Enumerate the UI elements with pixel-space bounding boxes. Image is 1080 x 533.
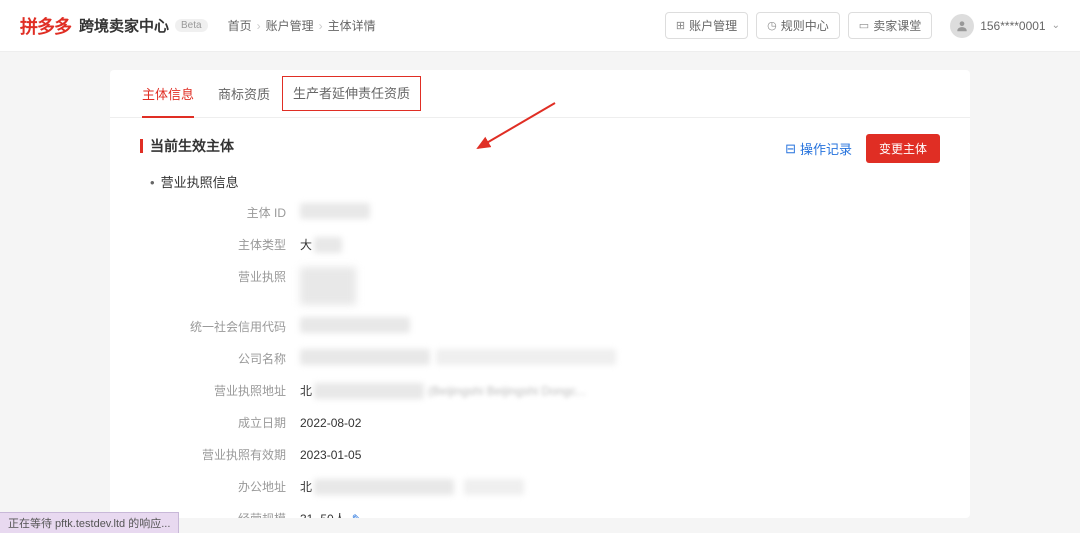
field-entity-type: 主体类型 大: [150, 235, 940, 255]
tab-trademark[interactable]: 商标资质: [206, 70, 282, 117]
browser-status-bar: 正在等待 pftk.testdev.ltd 的响应...: [0, 512, 179, 533]
field-credit-code: 统一社会信用代码: [150, 317, 940, 337]
card-body[interactable]: 当前生效主体 ⊟ 操作记录 变更主体 营业执照信息 主体 ID 主体类型 大: [110, 118, 970, 518]
tabs: 主体信息 商标资质 生产者延伸责任资质: [110, 70, 970, 118]
field-expiry: 营业执照有效期 2023-01-05: [150, 445, 940, 465]
grid-icon: ⊞: [676, 19, 685, 32]
breadcrumb-item[interactable]: 首页: [228, 17, 252, 34]
top-header: 拼多多 跨境卖家中心 Beta 首页 › 账户管理 › 主体详情 ⊞ 账户管理 …: [0, 0, 1080, 52]
field-establish-date: 成立日期 2022-08-02: [150, 413, 940, 433]
edit-icon[interactable]: ✎: [352, 509, 362, 518]
field-license-addr: 营业执照地址 北(Beijingshi Beijingshi Dongc...: [150, 381, 940, 401]
avatar-icon: [950, 14, 974, 38]
field-company-name: 公司名称: [150, 349, 940, 369]
rules-center-button[interactable]: ◷ 规则中心: [756, 12, 840, 39]
user-menu[interactable]: 156****0001 ⌄: [950, 14, 1060, 38]
field-office-addr: 办公地址 北: [150, 477, 940, 497]
site-title: 跨境卖家中心: [79, 15, 169, 36]
field-license-img: 营业执照: [150, 267, 940, 305]
chevron-right-icon: ›: [257, 19, 261, 33]
breadcrumb-item: 主体详情: [328, 17, 376, 34]
logo: 拼多多: [20, 13, 71, 39]
beta-tag: Beta: [175, 19, 208, 32]
chevron-right-icon: ›: [319, 19, 323, 33]
license-image[interactable]: [300, 267, 356, 305]
field-entity-id: 主体 ID: [150, 203, 940, 223]
seller-class-button[interactable]: ▭ 卖家课堂: [848, 12, 932, 39]
clock-icon: ◷: [767, 19, 777, 32]
log-icon: ⊟: [785, 141, 796, 157]
change-entity-button[interactable]: 变更主体: [866, 134, 940, 163]
tab-epr[interactable]: 生产者延伸责任资质: [282, 76, 421, 111]
account-mgmt-button[interactable]: ⊞ 账户管理: [665, 12, 748, 39]
operation-log-link[interactable]: ⊟ 操作记录: [785, 139, 852, 158]
monitor-icon: ▭: [859, 19, 869, 32]
breadcrumb: 首页 › 账户管理 › 主体详情: [228, 17, 376, 34]
tab-entity-info[interactable]: 主体信息: [130, 70, 206, 117]
user-id: 156****0001: [980, 19, 1045, 33]
biz-license-title: 营业执照信息: [150, 172, 940, 191]
breadcrumb-item[interactable]: 账户管理: [266, 17, 314, 34]
chevron-down-icon: ⌄: [1052, 20, 1060, 31]
field-scale: 经营规模 31~50人 ✎: [150, 509, 940, 518]
main-card: 主体信息 商标资质 生产者延伸责任资质 当前生效主体 ⊟ 操作记录 变更主体 营…: [110, 70, 970, 518]
